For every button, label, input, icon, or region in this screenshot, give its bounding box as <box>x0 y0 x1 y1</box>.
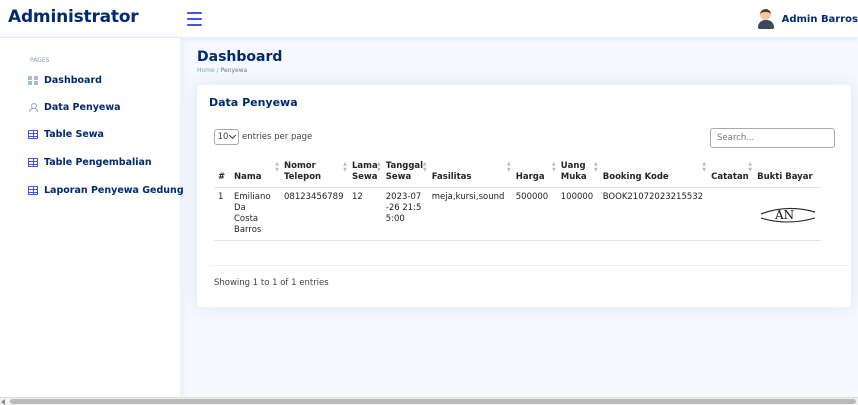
sidebar-item-laporan-penyewa-gedung[interactable]: Laporan Penyewa Gedung <box>28 185 184 196</box>
sort-icon: ▲ ▼ <box>275 161 279 173</box>
top-header: Administrator Admin Barros <box>0 0 858 38</box>
sidebar-item-dashboard[interactable]: Dashboard <box>28 75 102 86</box>
column-header-no[interactable]: # <box>214 159 230 188</box>
cell-catatan <box>707 187 754 241</box>
table-info: Showing 1 to 1 of 1 entries <box>214 278 329 288</box>
cell-telepon: 08123456789 <box>280 187 348 241</box>
sort-icon: ▲ ▼ <box>343 161 347 173</box>
table-icon <box>28 186 38 195</box>
sidebar-item-table-sewa[interactable]: Table Sewa <box>28 129 104 140</box>
column-header-nama[interactable]: Nama ▲ ▼ <box>230 159 280 188</box>
cell-no: 1 <box>214 187 230 241</box>
sort-icon: ▲ ▼ <box>551 161 556 173</box>
sidebar: PAGES Dashboard Data Penyewa Table Sewa … <box>0 38 184 405</box>
cell-nama: Emiliano Da Costa Barros <box>230 187 280 241</box>
divider <box>209 265 849 266</box>
sort-icon: ▲ ▼ <box>702 161 707 173</box>
bukti-bayar-image[interactable]: AN <box>757 192 817 232</box>
sidebar-item-label: Table Pengembalian <box>44 157 152 168</box>
sort-icon: ▲ ▼ <box>506 161 511 173</box>
cell-lama-sewa: 12 <box>348 187 382 241</box>
sort-icon: ▲ ▼ <box>376 161 381 173</box>
table-icon <box>28 130 38 139</box>
entries-per-page-select[interactable]: 10 <box>214 129 239 145</box>
menu-toggle-icon[interactable] <box>187 8 203 26</box>
entries-control: 10 entries per page <box>214 129 312 145</box>
sidebar-item-table-pengembalian[interactable]: Table Pengembalian <box>28 157 152 168</box>
bukti-bayar-logo-text: AN <box>774 208 794 222</box>
column-header-fasilitas[interactable]: Fasilitas ▲ ▼ <box>427 159 512 188</box>
cell-booking-kode: BOOK21072023215532 <box>598 187 708 241</box>
page-title: Dashboard <box>197 49 283 65</box>
column-header-uang-muka[interactable]: Uang Muka ▲ ▼ <box>556 159 599 188</box>
table-icon <box>28 158 38 167</box>
column-header-tanggal-sewa[interactable]: Tanggal Sewa ▲ ▼ <box>381 159 428 188</box>
sidebar-heading: PAGES <box>30 57 50 64</box>
sidebar-item-label: Laporan Penyewa Gedung <box>44 185 184 196</box>
chevron-down-icon <box>229 131 237 140</box>
data-penyewa-card: Data Penyewa 10 entries per page # Nama▲… <box>197 85 851 307</box>
sidebar-item-label: Dashboard <box>44 75 102 86</box>
cell-tanggal-sewa: 2023-07-26 21:55:00 <box>381 187 428 241</box>
grid-icon <box>28 76 38 85</box>
sort-icon: ▲ ▼ <box>593 161 598 173</box>
column-header-lama-sewa[interactable]: Lama Sewa ▲ ▼ <box>348 159 382 188</box>
column-header-harga[interactable]: Harga ▲ ▼ <box>511 159 557 188</box>
brand-logo[interactable]: Administrator <box>8 7 139 27</box>
cell-bukti-bayar: AN <box>753 187 822 241</box>
column-header-booking-kode[interactable]: Booking Kode ▲ ▼ <box>598 159 708 188</box>
search-input[interactable] <box>710 128 835 148</box>
entries-label: entries per page <box>242 132 313 142</box>
breadcrumb: Home / Penyewa <box>197 67 247 74</box>
breadcrumb-separator: / <box>216 67 219 74</box>
person-icon <box>28 103 38 112</box>
table-row: 1 Emiliano Da Costa Barros 08123456789 1… <box>214 187 822 241</box>
profile-dropdown[interactable]: Admin Barros <box>756 8 858 30</box>
sort-icon: ▲ ▼ <box>748 161 753 173</box>
sidebar-item-label: Data Penyewa <box>44 102 121 113</box>
sort-icon: ▲ ▼ <box>422 161 427 173</box>
column-header-bukti-bayar[interactable]: Bukti Bayar <box>753 159 822 188</box>
column-header-catatan[interactable]: Catatan ▲ ▼ <box>707 159 754 188</box>
data-table: # Nama ▲ ▼ Nomor Telepon ▲ ▼ Lama Sewa ▲ ▼ Tan… <box>214 159 822 241</box>
scroll-left-icon[interactable] <box>1 399 5 405</box>
scrollbar-thumb[interactable] <box>10 399 856 404</box>
entries-value: 10 <box>217 132 229 142</box>
cell-uang-muka: 100000 <box>556 187 599 241</box>
breadcrumb-home-link[interactable]: Home <box>197 67 215 74</box>
cell-harga: 500000 <box>511 187 557 241</box>
sidebar-item-data-penyewa[interactable]: Data Penyewa <box>28 102 121 113</box>
avatar <box>756 8 776 30</box>
breadcrumb-current: Penyewa <box>220 67 248 74</box>
card-title: Data Penyewa <box>209 96 298 109</box>
sidebar-item-label: Table Sewa <box>44 129 104 140</box>
table-header-row: # Nama ▲ ▼ Nomor Telepon ▲ ▼ Lama Sewa ▲ ▼ Tan… <box>214 159 822 188</box>
column-header-nomor-telepon[interactable]: Nomor Telepon ▲ ▼ <box>280 159 348 188</box>
profile-name: Admin Barros <box>781 13 858 25</box>
cell-fasilitas: meja,kursi,sound <box>427 187 512 241</box>
horizontal-scrollbar[interactable] <box>0 397 858 405</box>
